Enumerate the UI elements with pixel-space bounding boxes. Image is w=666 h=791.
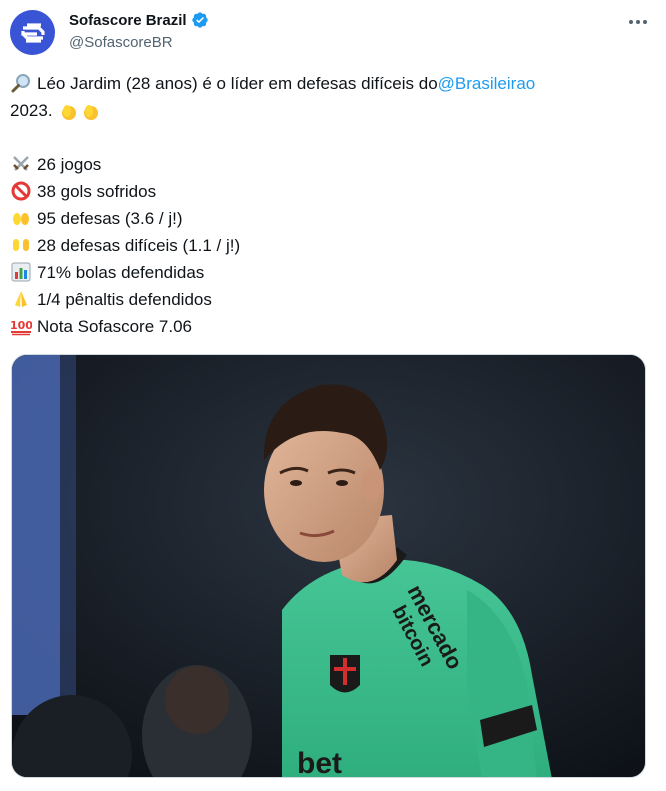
goalkeeper-photo: mercado bitcoin bet bbox=[12, 355, 645, 778]
raising-hands-icon bbox=[10, 235, 32, 257]
magnifying-glass-icon bbox=[10, 73, 32, 95]
hundred-points-icon: 100 bbox=[10, 316, 33, 338]
clapping-hands-icon bbox=[80, 100, 102, 122]
stat-line: 1/4 pênaltis defendidos bbox=[10, 286, 650, 313]
tweet: Sofascore Brazil @SofascoreBR Léo Jardim… bbox=[0, 0, 666, 791]
folded-hands-icon bbox=[10, 289, 32, 311]
display-name-row: Sofascore Brazil bbox=[69, 10, 209, 30]
bar-chart-icon bbox=[10, 262, 32, 284]
verified-badge-icon[interactable] bbox=[191, 11, 209, 29]
open-hands-icon bbox=[10, 208, 32, 230]
tweet-text: Léo Jardim (28 anos) é o líder em defesa… bbox=[10, 70, 650, 340]
mention-link[interactable]: @Brasileirao bbox=[438, 70, 536, 97]
prohibited-icon bbox=[10, 181, 32, 203]
stat-text: 1/4 pênaltis defendidos bbox=[37, 290, 212, 309]
sofascore-logo-icon bbox=[20, 22, 45, 43]
stat-text: 26 jogos bbox=[37, 155, 102, 174]
svg-text:bet: bet bbox=[297, 747, 342, 778]
stat-line: 71% bolas defendidas bbox=[10, 259, 650, 286]
author-block: Sofascore Brazil @SofascoreBR bbox=[69, 10, 209, 51]
stat-line: 100 Nota Sofascore 7.06 bbox=[10, 313, 650, 340]
avatar[interactable] bbox=[10, 10, 55, 55]
intro-line-2: 2023. bbox=[10, 97, 650, 124]
svg-text:100: 100 bbox=[10, 319, 32, 332]
intro-line: Léo Jardim (28 anos) é o líder em defesa… bbox=[10, 70, 650, 97]
more-dots-icon bbox=[629, 20, 647, 24]
clapping-hands-icon bbox=[58, 100, 80, 122]
stat-line: 38 gols sofridos bbox=[10, 178, 650, 205]
stat-text: 38 gols sofridos bbox=[37, 182, 157, 201]
stat-text: 28 defesas difíceis (1.1 / j!) bbox=[37, 236, 241, 255]
display-name[interactable]: Sofascore Brazil bbox=[69, 12, 187, 29]
tweet-photo[interactable]: mercado bitcoin bet bbox=[11, 354, 646, 778]
stat-line: 26 jogos bbox=[10, 151, 650, 178]
intro-text: Léo Jardim (28 anos) é o líder em defesa… bbox=[37, 74, 438, 93]
stat-line: 28 defesas difíceis (1.1 / j!) bbox=[10, 232, 650, 259]
stat-text: 71% bolas defendidas bbox=[37, 263, 205, 282]
stat-text: Nota Sofascore 7.06 bbox=[37, 317, 192, 336]
crossed-swords-icon bbox=[10, 154, 32, 176]
stat-text: 95 defesas (3.6 / j!) bbox=[37, 209, 183, 228]
intro-year: 2023. bbox=[10, 101, 53, 120]
handle[interactable]: @SofascoreBR bbox=[69, 34, 209, 51]
stat-line: 95 defesas (3.6 / j!) bbox=[10, 205, 650, 232]
more-options-button[interactable] bbox=[624, 12, 652, 32]
